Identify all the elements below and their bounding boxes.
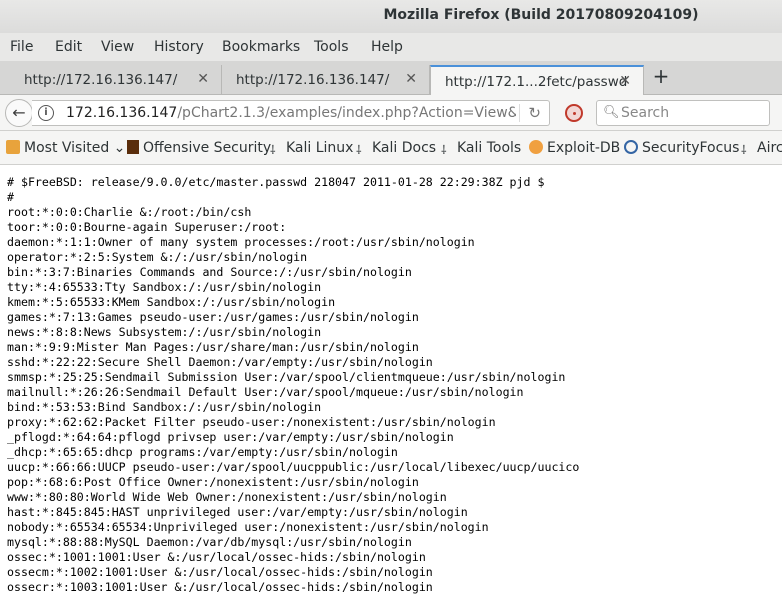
- menu-bookmarks[interactable]: Bookmarks: [222, 39, 300, 55]
- text-line: uucp:*:66:66:UUCP pseudo-user:/var/spool…: [7, 460, 580, 474]
- bookmark-kali-docs[interactable]: ⸸ Kali Docs: [356, 140, 436, 157]
- tab-label: http://172.1...2fetc/passwd: [445, 74, 628, 90]
- text-line: sshd:*:22:22:Secure Shell Daemon:/var/em…: [7, 355, 433, 369]
- bookmark-most-visited[interactable]: Most Visited ⌄: [6, 140, 125, 156]
- menu-edit[interactable]: Edit: [55, 39, 82, 55]
- bookmark-kali-tools[interactable]: ⸸ Kali Tools: [441, 140, 521, 157]
- info-icon[interactable]: i: [38, 105, 54, 121]
- bookmark-label: Most Visited: [24, 140, 110, 156]
- aircrack-icon: ⸸: [741, 143, 747, 157]
- menu-help[interactable]: Help: [371, 39, 403, 55]
- tab-1[interactable]: http://172.16.136.147/ ✕: [10, 65, 222, 95]
- menu-view[interactable]: View: [101, 39, 134, 55]
- bookmark-securityfocus[interactable]: SecurityFocus: [624, 140, 739, 156]
- bookmarks-toolbar: Most Visited ⌄ Offensive Security ⸸ Kali …: [0, 131, 782, 165]
- text-line: nobody:*:65534:65534:Unprivileged user:/…: [7, 520, 489, 534]
- text-line: #: [7, 190, 14, 204]
- text-line: hast:*:845:845:HAST unprivileged user:/v…: [7, 505, 468, 519]
- url-host: 172.16.136.147: [66, 105, 178, 121]
- close-icon[interactable]: ✕: [197, 71, 209, 87]
- tab-label: http://172.16.136.147/: [24, 72, 178, 88]
- menu-history[interactable]: History: [154, 39, 204, 55]
- text-line: ossecr:*:1003:1001:User &:/usr/local/oss…: [7, 580, 433, 594]
- kali-dragon-icon: ⸸: [441, 143, 447, 157]
- page-content: # $FreeBSD: release/9.0.0/etc/master.pas…: [0, 166, 782, 611]
- new-tab-button[interactable]: +: [650, 65, 672, 89]
- text-line: bind:*:53:53:Bind Sandbox:/:/usr/sbin/no…: [7, 400, 322, 414]
- text-line: root:*:0:0:Charlie &:/root:/bin/csh: [7, 205, 252, 219]
- menu-bar: File Edit View History Bookmarks Tools H…: [0, 33, 782, 61]
- menu-file[interactable]: File: [10, 39, 33, 55]
- url-bar[interactable]: i 172.16.136.147/pChart2.1.3/examples/in…: [32, 100, 550, 126]
- offsec-icon: [127, 140, 139, 154]
- text-line: mysql:*:88:88:MySQL Daemon:/var/db/mysql…: [7, 535, 412, 549]
- window-title: Mozilla Firefox (Build 20170809204109): [383, 7, 699, 23]
- text-line: _pflogd:*:64:64:pflogd privsep user:/var…: [7, 430, 454, 444]
- text-line: daemon:*:1:1:Owner of many system proces…: [7, 235, 475, 249]
- text-line: toor:*:0:0:Bourne-again Superuser:/root:: [7, 220, 287, 234]
- bookmark-kali-linux[interactable]: ⸸ Kali Linux: [270, 140, 353, 157]
- gear-icon: [6, 140, 20, 154]
- text-line: mailnull:*:26:26:Sendmail Default User:/…: [7, 385, 524, 399]
- text-line: kmem:*:5:65533:KMem Sandbox:/:/usr/sbin/…: [7, 295, 336, 309]
- text-line: man:*:9:9:Mister Man Pages:/usr/share/ma…: [7, 340, 419, 354]
- text-line: smmsp:*:25:25:Sendmail Submission User:/…: [7, 370, 566, 384]
- url-path: /pChart2.1.3/examples/index.php?Action=V…: [177, 105, 516, 121]
- text-line: pop:*:68:6:Post Office Owner:/nonexisten…: [7, 475, 419, 489]
- search-icon: 🔍︎: [603, 105, 620, 120]
- bookmark-exploit-db[interactable]: Exploit-DB: [529, 140, 620, 156]
- search-placeholder: Search: [621, 105, 670, 121]
- text-line: ossec:*:1001:1001:User &:/usr/local/osse…: [7, 550, 426, 564]
- navigation-toolbar: ← i 172.16.136.147/pChart2.1.3/examples/…: [0, 95, 782, 131]
- exploit-db-icon: [529, 140, 543, 154]
- tab-2[interactable]: http://172.16.136.147/ ✕: [222, 65, 430, 95]
- search-input[interactable]: 🔍︎ Search: [596, 100, 770, 126]
- close-icon[interactable]: ✕: [619, 73, 631, 89]
- bookmark-label: SecurityFocus: [642, 140, 740, 156]
- window-titlebar: Mozilla Firefox (Build 20170809204109): [0, 0, 782, 33]
- text-line: bin:*:3:7:Binaries Commands and Source:/…: [7, 265, 412, 279]
- kali-dragon-icon: ⸸: [270, 143, 276, 157]
- bookmark-label: Kali Docs: [372, 140, 437, 156]
- kali-dragon-icon: ⸸: [356, 143, 362, 157]
- bookmark-label: Offensive Security: [143, 140, 272, 156]
- arrow-left-icon: ←: [12, 103, 26, 122]
- tab-label: http://172.16.136.147/: [236, 72, 390, 88]
- securityfocus-icon: [624, 140, 638, 154]
- text-line: _dhcp:*:65:65:dhcp programs:/var/empty:/…: [7, 445, 398, 459]
- text-line: tty:*:4:65533:Tty Sandbox:/:/usr/sbin/no…: [7, 280, 322, 294]
- reload-icon[interactable]: ↻: [519, 104, 541, 122]
- bookmark-label: Exploit-DB: [547, 140, 621, 156]
- bookmark-offensive-security[interactable]: Offensive Security: [127, 140, 271, 156]
- text-line: # $FreeBSD: release/9.0.0/etc/master.pas…: [7, 175, 545, 189]
- text-line: operator:*:2:5:System &:/:/usr/sbin/nolo…: [7, 250, 308, 264]
- bookmark-label: Kali Tools: [457, 140, 522, 156]
- noscript-icon[interactable]: [565, 104, 583, 122]
- tab-3-active[interactable]: http://172.1...2fetc/passwd ✕: [430, 65, 644, 96]
- text-line: news:*:8:8:News Subsystem:/:/usr/sbin/no…: [7, 325, 322, 339]
- back-button[interactable]: ←: [5, 99, 33, 127]
- bookmark-label: Kali Linux: [286, 140, 354, 156]
- bookmark-label: Airc: [757, 140, 782, 156]
- text-line: games:*:7:13:Games pseudo-user:/usr/game…: [7, 310, 419, 324]
- bookmark-aircrack[interactable]: ⸸ Airc: [741, 140, 782, 157]
- text-line: www:*:80:80:World Wide Web Owner:/nonexi…: [7, 490, 447, 504]
- close-icon[interactable]: ✕: [405, 71, 417, 87]
- text-line: proxy:*:62:62:Packet Filter pseudo-user:…: [7, 415, 496, 429]
- chevron-down-icon: ⌄: [109, 140, 126, 156]
- menu-tools[interactable]: Tools: [314, 39, 349, 55]
- text-line: ossecm:*:1002:1001:User &:/usr/local/oss…: [7, 565, 433, 579]
- url-text[interactable]: 172.16.136.147/pChart2.1.3/examples/inde…: [66, 105, 516, 121]
